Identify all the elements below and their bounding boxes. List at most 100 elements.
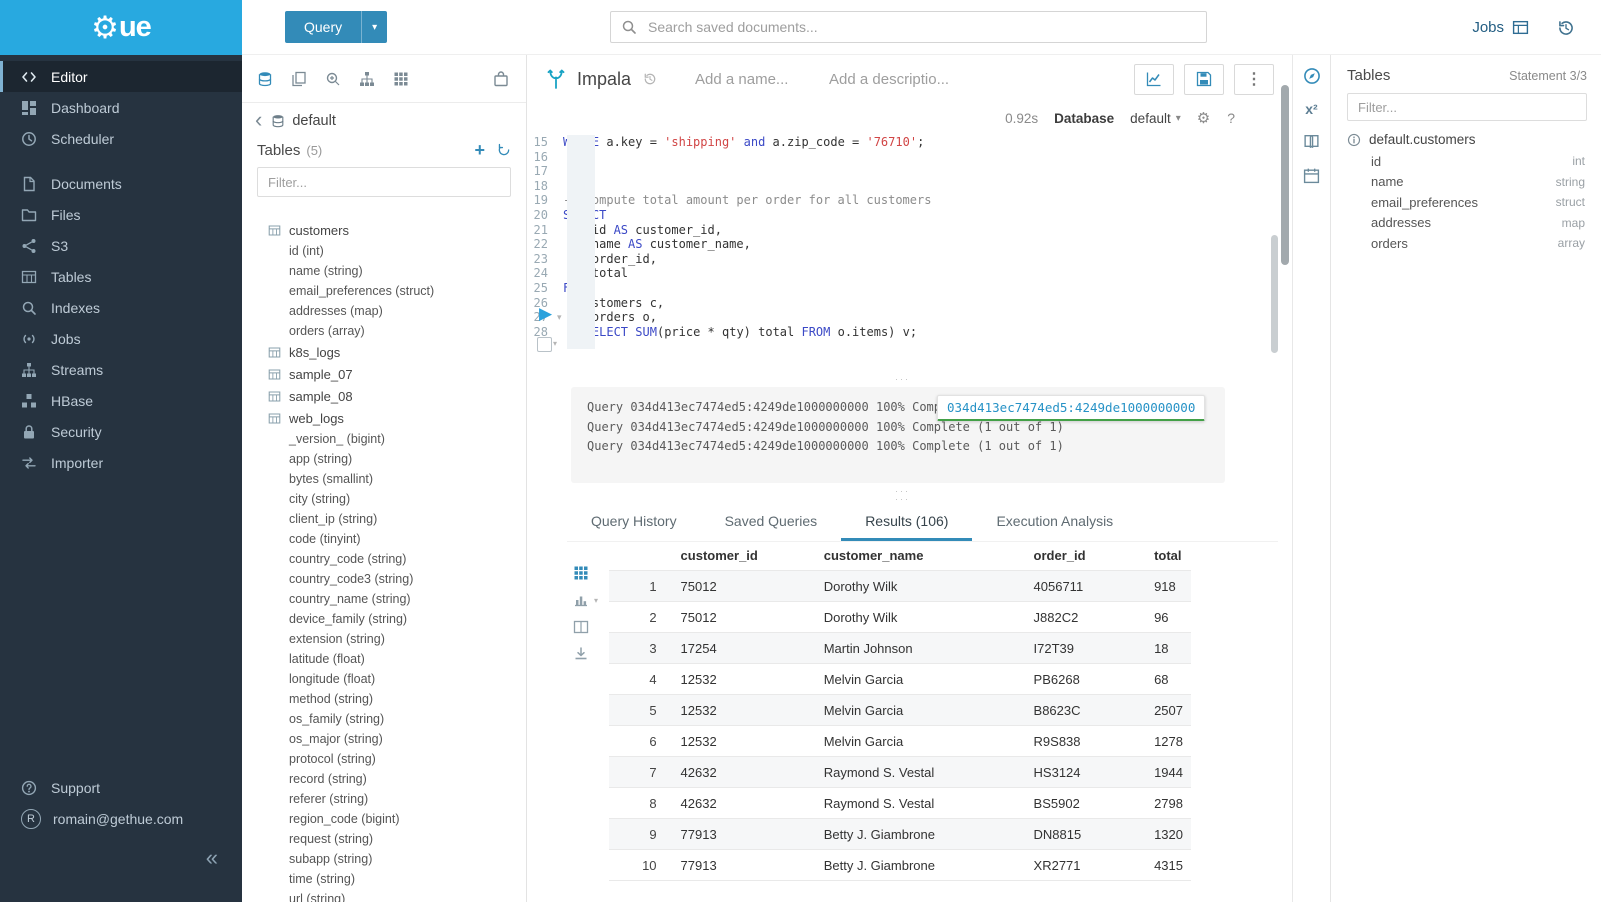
query-dropdown-caret-icon[interactable]: ▾ [361, 11, 387, 43]
sidebar-item-security[interactable]: Security [0, 416, 242, 447]
assist-column[interactable]: email_preferences (struct) [268, 281, 526, 301]
refresh-icon[interactable] [497, 143, 511, 157]
database-name[interactable]: default [292, 113, 336, 129]
right-column-row[interactable]: ordersarray [1347, 233, 1587, 254]
sidebar-item-indexes[interactable]: Indexes [0, 292, 242, 323]
right-column-row[interactable]: idint [1347, 151, 1587, 172]
hue-logo[interactable]: ⚙ue [0, 0, 242, 55]
sidebar-item-support[interactable]: Support [0, 772, 242, 803]
query-name-input[interactable] [693, 70, 795, 89]
assist-column[interactable]: method (string) [268, 689, 526, 709]
back-chevron-icon[interactable]: ‹ [255, 109, 262, 131]
assist-column[interactable]: orders (array) [268, 321, 526, 341]
assist-column[interactable]: addresses (map) [268, 301, 526, 321]
format-menu-button[interactable] [537, 337, 552, 352]
help-icon[interactable]: ? [1226, 109, 1236, 127]
sidebar-item-documents[interactable]: Documents [0, 168, 242, 199]
code-editor[interactable]: 15WHERE a.key = 'shipping' and a.zip_cod… [527, 135, 1278, 377]
assist-table-k8s_logs[interactable]: k8s_logs [268, 341, 526, 363]
sidebar-item-tables[interactable]: Tables [0, 261, 242, 292]
assist-column[interactable]: record (string) [268, 769, 526, 789]
search-input[interactable] [646, 18, 1196, 36]
query-history-icon[interactable] [1557, 19, 1575, 37]
new-query-button[interactable]: Query ▾ [285, 11, 387, 43]
right-filter-input[interactable] [1356, 99, 1578, 116]
settings-gear-icon[interactable]: ⚙ [1197, 109, 1210, 127]
column-header[interactable]: order_id [1026, 541, 1147, 571]
assist-column[interactable]: longitude (float) [268, 669, 526, 689]
editor-assistant-icon[interactable] [1303, 67, 1321, 85]
sidebar-item-jobs[interactable]: Jobs [0, 323, 242, 354]
functions-icon[interactable]: x² [1305, 102, 1317, 116]
chart-view-icon[interactable] [573, 592, 589, 608]
assist-column[interactable]: url (string) [268, 889, 526, 902]
query-button-label[interactable]: Query [285, 11, 361, 43]
assist-column[interactable]: country_code3 (string) [268, 569, 526, 589]
jobs-link[interactable]: Jobs [1472, 19, 1529, 36]
collapse-sidebar-icon[interactable]: « [206, 847, 218, 869]
tab-execution-analysis[interactable]: Execution Analysis [972, 503, 1137, 541]
assist-column[interactable]: city (string) [268, 489, 526, 509]
assist-column[interactable]: code (tinyint) [268, 529, 526, 549]
chart-button[interactable] [1134, 64, 1174, 95]
git-assist-icon[interactable] [359, 71, 375, 87]
assist-column[interactable]: protocol (string) [268, 749, 526, 769]
assist-column[interactable]: extension (string) [268, 629, 526, 649]
assist-column[interactable]: country_code (string) [268, 549, 526, 569]
columns-view-icon[interactable] [573, 619, 589, 635]
execute-options-caret-icon[interactable]: ▾ [557, 312, 562, 323]
assist-table-web_logs[interactable]: web_logs [268, 407, 526, 429]
tab-query-history[interactable]: Query History [567, 503, 701, 541]
query-description-input[interactable] [827, 70, 959, 89]
tab-saved-queries[interactable]: Saved Queries [701, 503, 842, 541]
execute-button[interactable]: ▶ [539, 305, 552, 322]
assist-column[interactable]: region_code (bigint) [268, 809, 526, 829]
assist-column[interactable]: referer (string) [268, 789, 526, 809]
editor-scrollbar[interactable] [1271, 235, 1278, 353]
snippet-history-icon[interactable] [643, 72, 657, 86]
assist-column[interactable]: subapp (string) [268, 849, 526, 869]
assist-column[interactable]: client_ip (string) [268, 509, 526, 529]
sidebar-item-hbase[interactable]: HBase [0, 385, 242, 416]
bucket-icon[interactable] [493, 71, 509, 87]
code-lines[interactable]: 15WHERE a.key = 'shipping' and a.zip_cod… [527, 135, 1278, 339]
active-table-row[interactable]: default.customers [1347, 132, 1587, 147]
more-options-button[interactable]: ⋮ [1234, 64, 1274, 95]
tab-results-106[interactable]: Results (106) [841, 503, 972, 541]
assist-table-customers[interactable]: customers [268, 219, 526, 241]
assist-column[interactable]: device_family (string) [268, 609, 526, 629]
right-column-row[interactable]: namestring [1347, 172, 1587, 193]
assist-column[interactable]: os_major (string) [268, 729, 526, 749]
database-select[interactable]: default ▾ [1130, 111, 1181, 126]
column-header[interactable]: customer_name [816, 541, 1026, 571]
assist-column[interactable]: request (string) [268, 829, 526, 849]
schedule-icon[interactable] [1303, 167, 1320, 184]
save-button[interactable] [1184, 64, 1224, 95]
main-scrollbar[interactable] [1281, 85, 1289, 265]
assist-column[interactable]: latitude (float) [268, 649, 526, 669]
apps-assist-icon[interactable] [393, 71, 409, 87]
assist-column[interactable]: id (int) [268, 241, 526, 261]
assist-column[interactable]: bytes (smallint) [268, 469, 526, 489]
right-column-row[interactable]: addressesmap [1347, 213, 1587, 234]
search-assist-icon[interactable] [325, 71, 341, 87]
documents-assist-icon[interactable] [291, 71, 307, 87]
assist-column[interactable]: name (string) [268, 261, 526, 281]
sidebar-item-s3[interactable]: S3 [0, 230, 242, 261]
assist-column[interactable]: country_name (string) [268, 589, 526, 609]
resize-handle[interactable]: ······ [527, 487, 1278, 497]
assist-column[interactable]: app (string) [268, 449, 526, 469]
assist-column[interactable]: time (string) [268, 869, 526, 889]
resize-handle[interactable]: ······ [527, 375, 1278, 385]
sidebar-item-files[interactable]: Files [0, 199, 242, 230]
assist-filter-input[interactable] [266, 174, 502, 191]
query-id-value[interactable]: 034d413ec7474ed5:4249de1000000000 [947, 400, 1195, 415]
sidebar-item-editor[interactable]: Editor [0, 61, 242, 92]
sidebar-item-dashboard[interactable]: Dashboard [0, 92, 242, 123]
language-reference-icon[interactable] [1303, 133, 1320, 150]
right-column-row[interactable]: email_preferencesstruct [1347, 192, 1587, 213]
sidebar-item-user[interactable]: R romain@gethue.com [0, 803, 242, 834]
grid-view-icon[interactable] [573, 565, 589, 581]
column-header[interactable]: total [1146, 541, 1191, 571]
assist-table-sample_07[interactable]: sample_07 [268, 363, 526, 385]
